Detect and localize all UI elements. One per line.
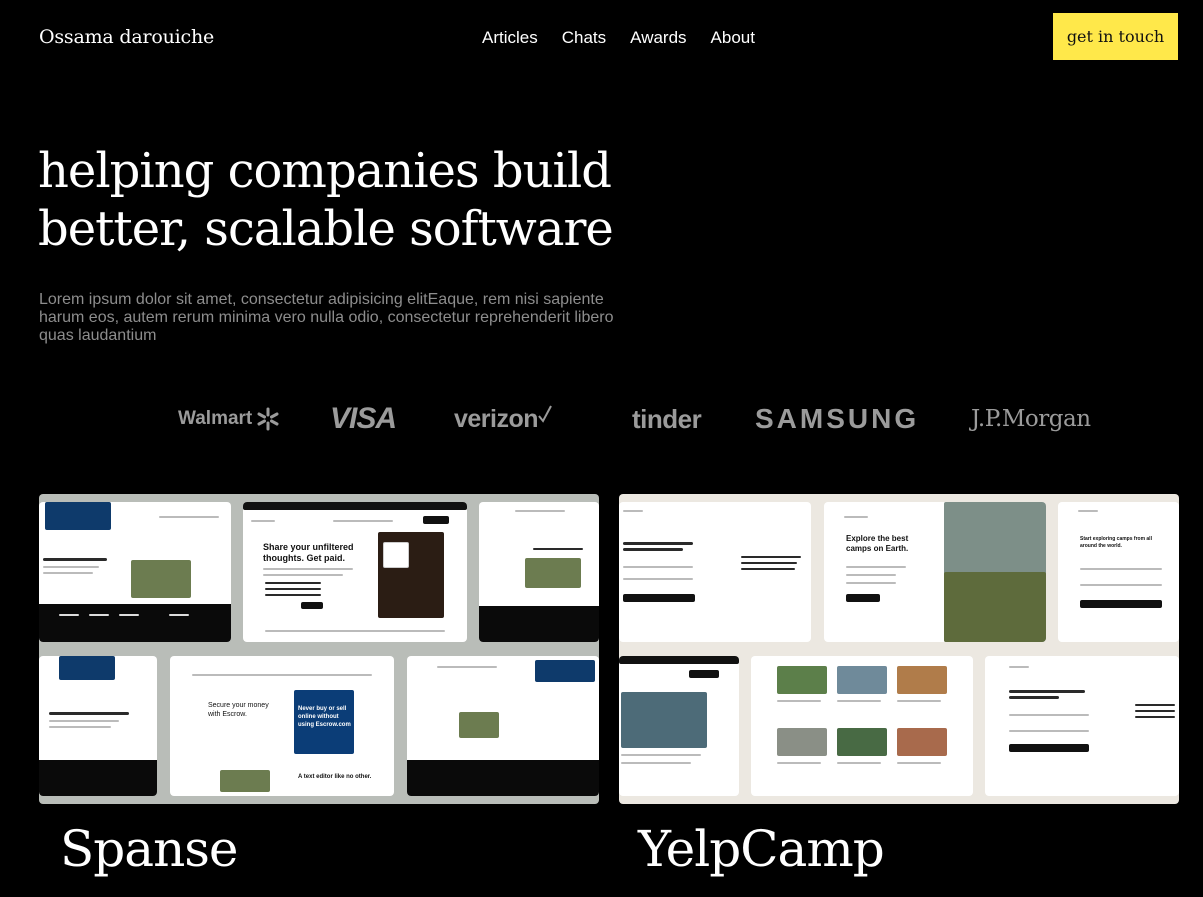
project-title-yelpcamp[interactable]: YelpCamp <box>638 818 885 880</box>
spanse-mockup-phone-2: online without <box>298 714 339 720</box>
yelpcamp-mockup-grid-page <box>751 656 973 796</box>
yelpcamp-mockup-hero-page: Explore the best camps on Earth. <box>824 502 1046 642</box>
walmart-logo: Walmart <box>178 396 280 442</box>
yelpcamp-mockup-signup-1: Start exploring camps from all <box>1080 536 1152 542</box>
hero-subtitle: Lorem ipsum dolor sit amet, consectetur … <box>39 291 614 344</box>
spanse-mockup-page-1 <box>39 502 231 642</box>
project-card-yelpcamp[interactable]: Explore the best camps on Earth. Start e… <box>619 494 1179 804</box>
project-card-spanse[interactable]: Share your unfiltered thoughts. Get paid… <box>39 494 599 804</box>
tinder-logo: tinder <box>632 403 702 434</box>
nav-articles[interactable]: Articles <box>482 28 538 48</box>
spanse-mockup-headline-1: Share your unfiltered <box>263 542 354 552</box>
spanse-mockup-page-4 <box>39 656 157 796</box>
yelpcamp-mockup-page-6 <box>985 656 1179 796</box>
visa-logo: VISA <box>330 402 397 435</box>
yelpcamp-mockup-headline-2: camps on Earth. <box>846 544 909 553</box>
spanse-mockup-secure-1: Secure your money <box>208 702 269 709</box>
spanse-mockup-page-6 <box>407 656 599 796</box>
get-in-touch-button[interactable]: get in touch <box>1053 13 1178 60</box>
project-title-spanse[interactable]: Spanse <box>60 818 239 880</box>
hero-title-line-1: helping companies build <box>38 143 612 199</box>
checkmark-icon <box>538 405 552 423</box>
client-logos: Walmart VISA verizon tinder SAMSUNG J.P.… <box>0 396 1203 442</box>
spanse-mockup-hero-page: Share your unfiltered thoughts. Get paid… <box>243 502 467 642</box>
yelpcamp-mockup-signup-page: Start exploring camps from all around th… <box>1058 502 1179 642</box>
samsung-logo: SAMSUNG <box>755 403 920 434</box>
spanse-mockup-phone-3: using Escrow.com <box>298 722 351 728</box>
spanse-mockup-editor-heading: A text editor like no other. <box>298 774 372 780</box>
yelpcamp-mockup-headline-1: Explore the best <box>846 534 909 543</box>
nav-chats[interactable]: Chats <box>562 28 606 48</box>
walmart-wordmark: Walmart <box>178 408 253 429</box>
nav-about[interactable]: About <box>711 28 755 48</box>
verizon-wordmark: verizon <box>454 404 539 433</box>
main-nav: Articles Chats Awards About <box>482 28 755 48</box>
spanse-mockup-page-3 <box>479 502 599 642</box>
spanse-mockup-escrow-page: Secure your money with Escrow. Never buy… <box>170 656 394 796</box>
walmart-spark-icon <box>257 407 279 431</box>
spanse-mockup-headline-2: thoughts. Get paid. <box>263 553 345 563</box>
spanse-mockup-phone-1: Never buy or sell <box>298 706 347 712</box>
brand-name[interactable]: Ossama darouiche <box>39 26 214 48</box>
hero-title: helping companies build better, scalable… <box>38 142 658 258</box>
nav-awards[interactable]: Awards <box>630 28 686 48</box>
yelpcamp-mockup-signup-2: around the world. <box>1080 543 1122 549</box>
yelpcamp-mockup-page-4 <box>619 656 739 796</box>
spanse-mockup-secure-2: with Escrow. <box>208 711 247 718</box>
verizon-logo: verizon <box>454 396 552 442</box>
hero-title-line-2: better, scalable software <box>38 201 614 257</box>
yelpcamp-mockup-page-1 <box>619 502 811 642</box>
jpmorgan-logo: J.P.Morgan <box>971 406 1091 432</box>
